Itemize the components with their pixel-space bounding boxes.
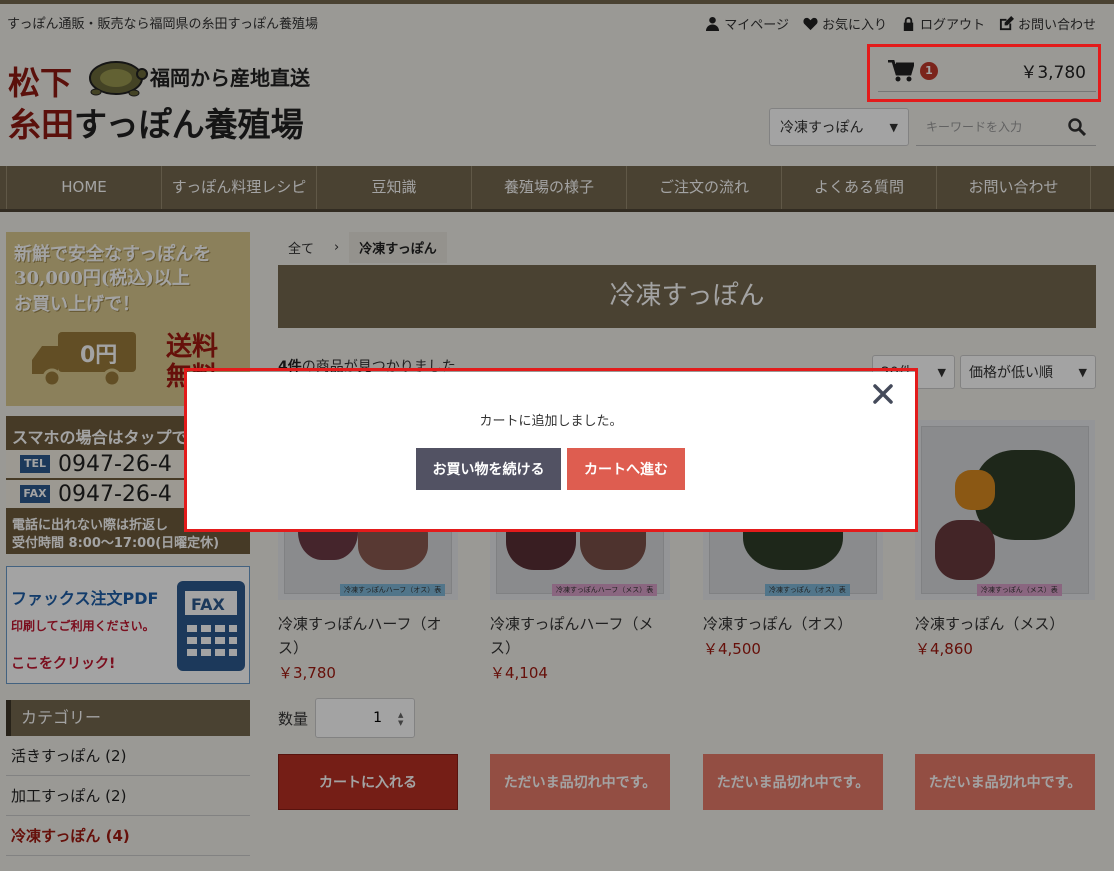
cart-highlight-box: [867, 44, 1101, 102]
go-to-cart-button[interactable]: カートへ進む: [567, 448, 685, 490]
modal-message: カートに追加しました。: [479, 414, 623, 429]
continue-shopping-button[interactable]: お買い物を続ける: [416, 448, 561, 490]
close-icon[interactable]: [871, 382, 895, 406]
cart-added-modal: カートに追加しました。 お買い物を続ける カートへ進む: [187, 372, 915, 529]
